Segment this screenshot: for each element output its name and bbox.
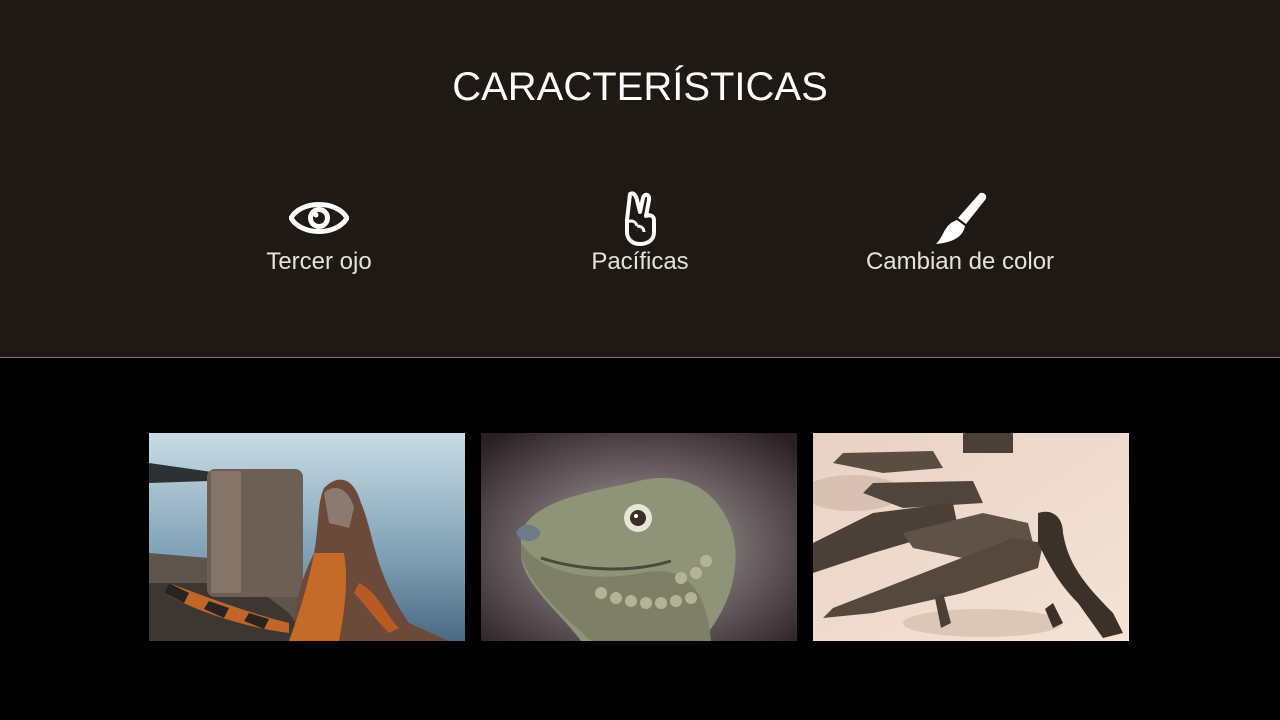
eye-icon — [288, 190, 350, 246]
gallery-section — [0, 358, 1280, 720]
feature-third-eye: Tercer ojo — [159, 190, 479, 276]
peace-hand-icon — [610, 190, 670, 246]
section-title: CARACTERÍSTICAS — [452, 65, 828, 109]
feature-label: Pacíficas — [591, 248, 689, 275]
gallery-image-iguana-head — [481, 433, 797, 641]
paintbrush-icon — [930, 190, 990, 246]
gallery-image-iguana-rocks — [149, 433, 465, 641]
gallery-image-iguanas-sand — [813, 433, 1129, 641]
feature-label: Cambian de color — [865, 248, 1055, 275]
features-section: CARACTERÍSTICAS Tercer ojo Pacíficas Cam… — [0, 0, 1280, 358]
feature-peaceful: Pacíficas — [480, 190, 800, 276]
feature-label: Tercer ojo — [266, 248, 372, 275]
feature-change-color: Cambian de color — [800, 190, 1120, 276]
